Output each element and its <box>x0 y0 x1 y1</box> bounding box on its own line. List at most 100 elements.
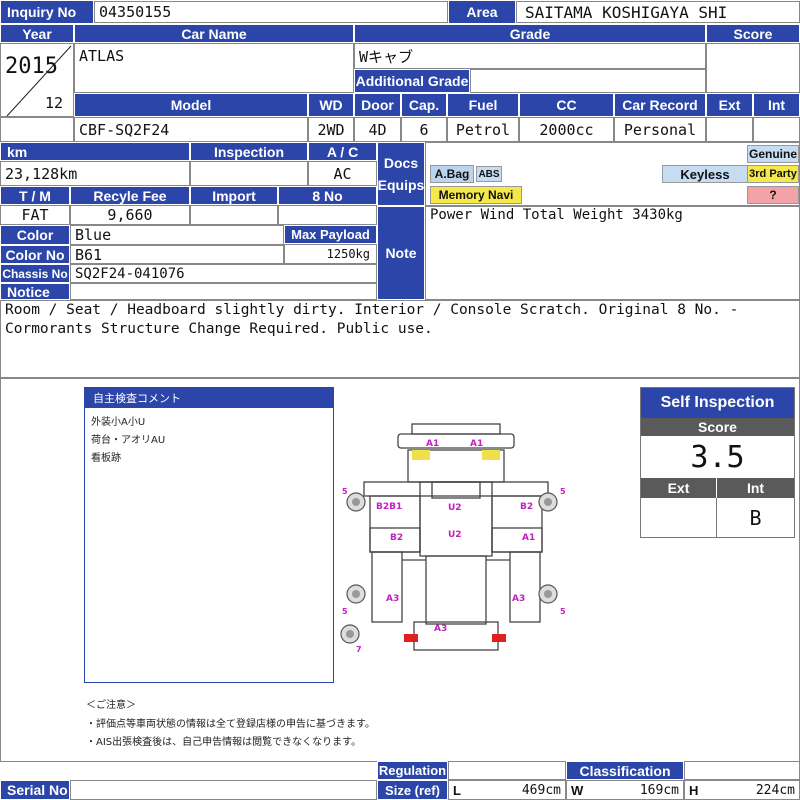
height-label: H <box>689 782 699 798</box>
year-header: Year <box>0 24 74 43</box>
inspection-value <box>190 161 308 186</box>
size-width: W 169cm <box>566 780 684 800</box>
recycle-fee-value: 9,660 <box>70 205 190 225</box>
self-int-label: Int <box>717 478 794 498</box>
damage-mark-front-left <box>412 450 430 460</box>
diagram-label: U2 <box>448 503 462 513</box>
door-value: 4D <box>354 117 401 142</box>
cab-roof-shape <box>363 481 549 497</box>
damage-mark-rear-right <box>492 634 506 642</box>
diagram-label: B2B1 <box>376 502 402 512</box>
model-value: CBF-SQ2F24 <box>74 117 308 142</box>
classification-label: Classification <box>566 761 684 780</box>
self-inspection-title: Self Inspection <box>641 388 794 418</box>
cab-top-shape <box>419 481 493 557</box>
color-header: Color <box>0 225 70 245</box>
inquiry-no-value: 04350155 <box>94 1 448 23</box>
diagram-label: U2 <box>448 530 462 540</box>
notice-blank <box>70 283 377 300</box>
caution-line: ・AIS出張検査後は、自己申告情報は閲覧できなくなります。 <box>86 737 362 748</box>
diagram-label: B2 <box>520 502 533 512</box>
abs-tag: ABS <box>476 166 502 182</box>
diagram-label: A1 <box>426 439 439 449</box>
cc-header: CC <box>519 93 614 117</box>
grade-value: Wキャブ <box>354 43 706 69</box>
notice-text: Room / Seat / Headboard slightly dirty. … <box>0 300 800 378</box>
regulation-value <box>448 761 566 780</box>
year-blank <box>0 117 74 142</box>
note-value: Power Wind Total Weight 3430kg <box>425 206 800 300</box>
diagram-label: A3 <box>386 594 399 604</box>
max-payload-header: Max Payload <box>284 225 377 244</box>
color-no-header: Color No <box>0 245 70 264</box>
left-bed-side-shape <box>371 551 403 623</box>
wd-value: 2WD <box>308 117 354 142</box>
diagram-label: A3 <box>434 624 447 634</box>
year-value: 2015 <box>5 54 58 79</box>
score-header: Score <box>706 24 800 43</box>
grade-header: Grade <box>354 24 706 43</box>
diagram-label: B2 <box>390 533 403 543</box>
classification-value <box>684 761 800 780</box>
diagram-label: A1 <box>470 439 483 449</box>
tire-number: 5 <box>342 607 348 616</box>
self-score-label: Score <box>641 418 794 436</box>
serial-no-value <box>70 780 377 800</box>
diagram-label: A3 <box>512 594 525 604</box>
km-value: 23,128km <box>0 161 190 186</box>
max-payload-value: 1250kg <box>284 244 377 264</box>
equips-panel: A.Bag ABS Memory Navi Keyless Genuine 3r… <box>425 142 800 206</box>
ext-value <box>706 117 753 142</box>
fuel-header: Fuel <box>447 93 519 117</box>
area-label: Area <box>448 0 516 24</box>
length-label: L <box>453 782 461 798</box>
damage-mark-front-right <box>482 450 500 460</box>
km-header: km <box>0 142 190 161</box>
genuine-tag: Genuine <box>747 145 799 163</box>
width-value: 169cm <box>639 782 679 798</box>
height-value: 224cm <box>755 782 795 798</box>
area-value: SAITAMA KOSHIGAYA SHI <box>516 1 800 23</box>
year-cell: 2015 12 <box>0 43 74 117</box>
car-record-value: Personal <box>614 117 706 142</box>
ac-header: A / C <box>308 142 377 161</box>
tire-number: 5 <box>342 487 348 496</box>
chassis-no-header: Chassis No <box>0 264 70 283</box>
eight-no-value <box>278 205 377 225</box>
comment-line: 荷台・アオリAU <box>91 435 166 446</box>
import-value <box>190 205 278 225</box>
notice-header: Notice <box>0 283 70 300</box>
question-tag: ? <box>747 186 799 204</box>
memory-navi-tag: Memory Navi <box>430 186 522 204</box>
width-label: W <box>571 782 584 798</box>
self-score-value: 3.5 <box>690 439 745 475</box>
wd-header: WD <box>308 93 354 117</box>
comment-line: 看板跡 <box>91 453 121 464</box>
diagram-label: A1 <box>522 533 535 543</box>
rear-gate-shape <box>413 621 499 651</box>
right-bed-side-shape <box>509 551 541 623</box>
cap-header: Cap. <box>401 93 447 117</box>
color-value: Blue <box>70 225 284 245</box>
self-inspection-panel: Self Inspection Score 3.5 Ext Int B <box>640 387 795 538</box>
car-record-header: Car Record <box>614 93 706 117</box>
month-value: 12 <box>45 94 64 112</box>
caution-title: ＜ご注意＞ <box>86 700 136 711</box>
damage-mark-rear-left <box>404 634 418 642</box>
chassis-no-value: SQ2F24-041076 <box>70 264 377 283</box>
comment-box: 自主検査コメント 外装小A小U 荷台・アオリAU 看板跡 <box>84 387 334 683</box>
score-value <box>706 43 800 93</box>
car-name-value: ATLAS <box>74 43 354 93</box>
model-header: Model <box>74 93 308 117</box>
door-header: Door <box>354 93 401 117</box>
cc-value: 2000cc <box>519 117 614 142</box>
keyless-tag: Keyless <box>662 165 748 183</box>
third-party-tag: 3rd Party <box>747 165 799 183</box>
length-value: 469cm <box>521 782 561 798</box>
fuel-value: Petrol <box>447 117 519 142</box>
comment-box-title: 自主検査コメント <box>85 388 333 408</box>
tire-number: 5 <box>560 607 566 616</box>
additional-grade-value <box>470 69 706 93</box>
comment-line: 外装小A小U <box>91 417 146 428</box>
regulation-label: Regulation <box>377 761 448 780</box>
